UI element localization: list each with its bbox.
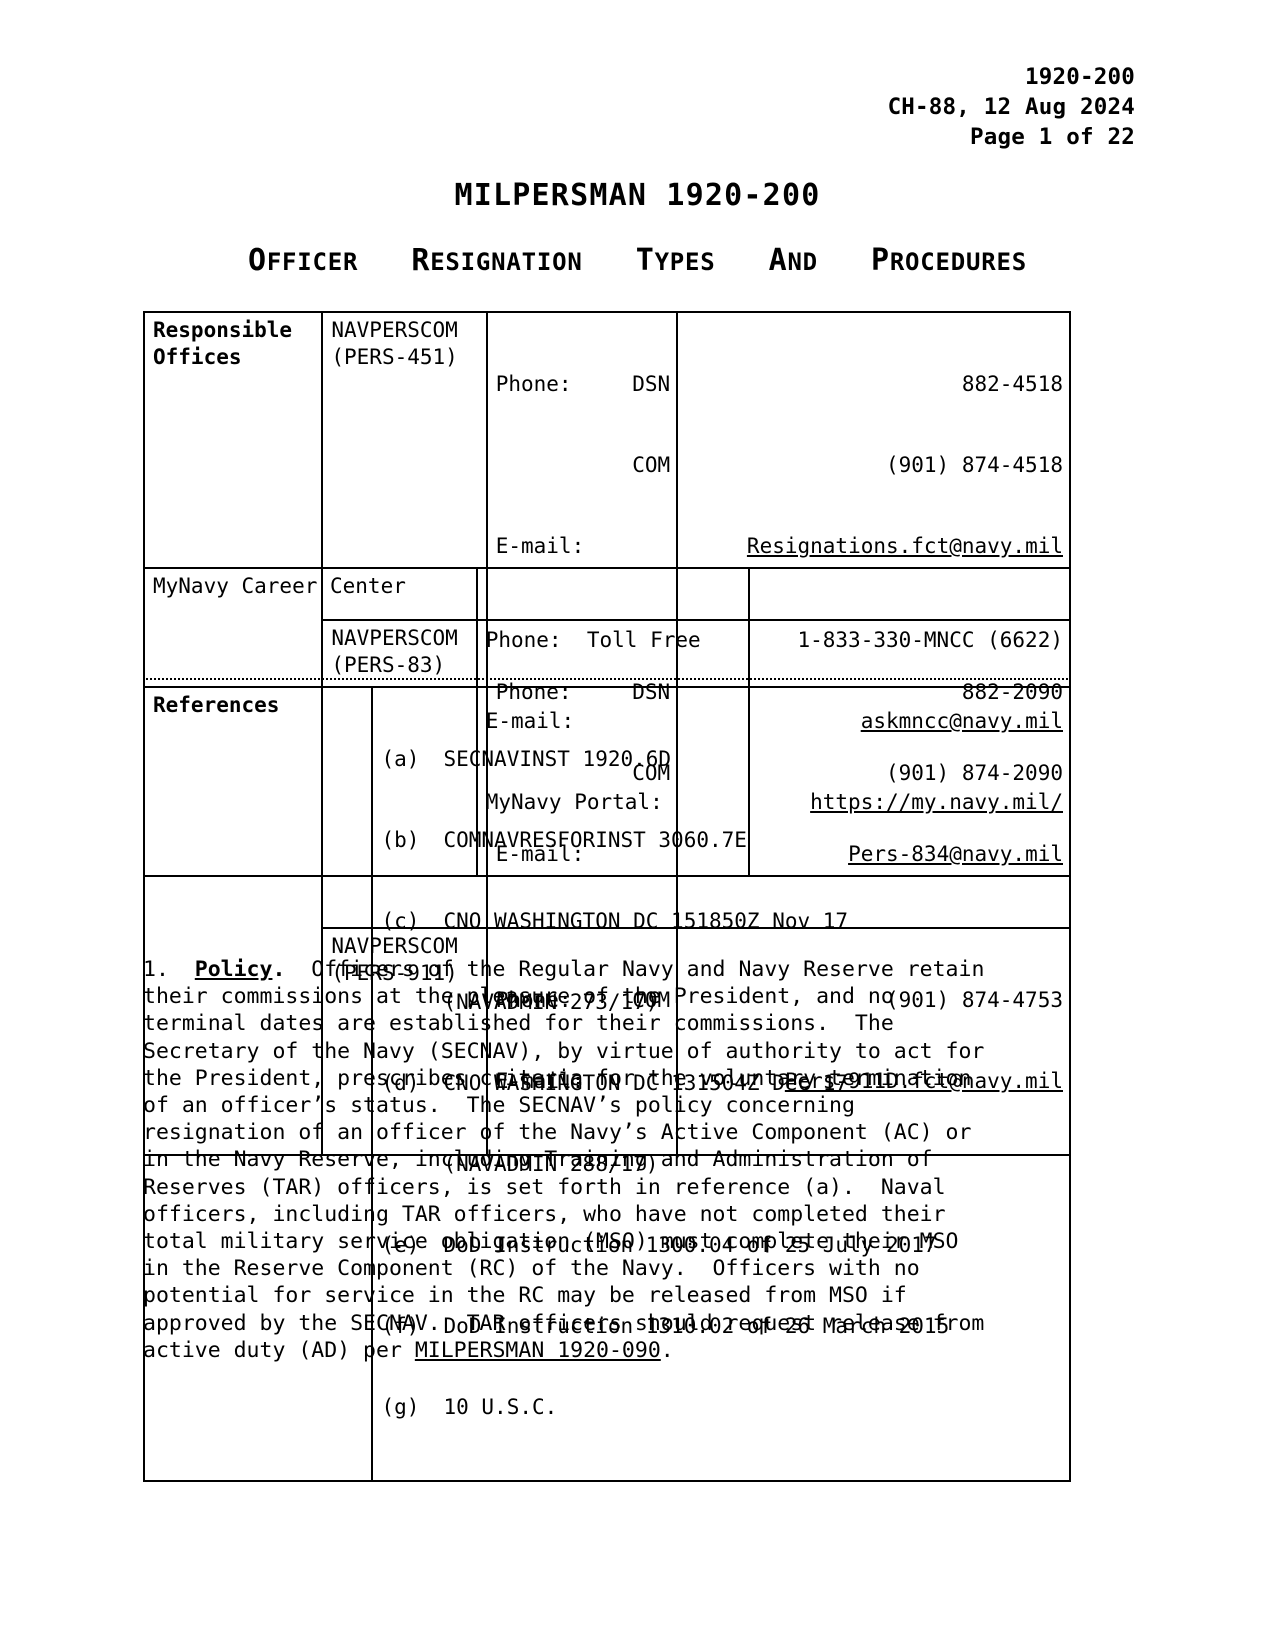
email-label: E-mail: <box>495 534 585 558</box>
subtitle-word-2: RESIGNATION <box>411 243 583 278</box>
header-page-number: Page 1 of 22 <box>970 124 1135 150</box>
policy-line: in the Reserve Component (RC) of the Nav… <box>143 1256 920 1282</box>
reference-tag: (c) <box>381 909 420 933</box>
policy-line: their commissions at the pleasure of the… <box>143 984 894 1010</box>
policy-last-line: active duty (AD) per MILPERSMAN 1920-090… <box>143 1337 1073 1364</box>
document-header: 1920-200 CH-88, 12 Aug 2024 Page 1 of 22 <box>888 62 1135 152</box>
dsn-label: DSN <box>632 372 671 396</box>
list-item: (a) SECNAVINST 1920.6D <box>381 746 1063 773</box>
policy-line: approved by the SECNAV. TAR officers sho… <box>143 1310 985 1336</box>
policy-line: potential for service in the RC may be r… <box>143 1283 907 1309</box>
policy-line-tail: active duty (AD) per <box>143 1337 415 1363</box>
policy-line: in the Navy Reserve, including Training … <box>143 1147 933 1173</box>
subtitle-space-3 <box>734 248 749 276</box>
policy-line: resignation of an officer of the Navy’s … <box>143 1120 972 1146</box>
policy-line: the President, prescribes criteria for t… <box>143 1065 972 1091</box>
reference-tag: (g) <box>381 1395 420 1419</box>
reference-text: SECNAVINST 1920.6D <box>443 747 672 771</box>
reference-tag: (a) <box>381 747 420 771</box>
reference-tag: (b) <box>381 828 420 852</box>
label-line-1: Responsible <box>153 318 293 342</box>
page-subtitle: OFFICER RESIGNATION TYPES AND PROCEDURES <box>0 243 1275 278</box>
mynavy-phone-value: 1-833-330-MNCC (6622) <box>797 628 1063 652</box>
list-item: (b) COMNAVRESFORINST 3060.7E <box>381 827 1063 854</box>
mynavy-phone-label: Phone: Toll Free <box>485 628 701 652</box>
list-item: (g) 10 U.S.C. <box>381 1394 1063 1421</box>
page-title: MILPERSMAN 1920-200 <box>454 178 821 213</box>
milpersman-link[interactable]: MILPERSMAN 1920-090 <box>415 1338 661 1363</box>
subtitle-space-1 <box>377 248 392 276</box>
list-item: (c) CNO WASHINGTON DC 151850Z Nov 17 <box>381 908 1063 935</box>
phone-com-label-row: COM <box>496 452 670 479</box>
label-line-2: Offices <box>153 345 242 369</box>
policy-heading-period: . <box>272 957 286 982</box>
email-link[interactable]: Resignations.fct@navy.mil <box>747 534 1063 558</box>
subtitle-word-1: OFFICER <box>247 243 359 278</box>
reference-text: 10 U.S.C. <box>443 1395 558 1419</box>
header-change-date: CH-88, 12 Aug 2024 <box>887 94 1135 120</box>
office-code: (PERS-451) <box>331 345 458 369</box>
office-org: NAVPERSCOM <box>331 318 458 342</box>
reference-text: CNO WASHINGTON DC 151850Z Nov 17 <box>443 909 849 933</box>
policy-line: of an officer’s status. The SECNAV’s pol… <box>143 1093 855 1119</box>
section-divider <box>143 678 1071 680</box>
dsn-value: 882-4518 <box>961 372 1063 396</box>
subtitle-space-2 <box>602 248 617 276</box>
header-doc-number: 1920-200 <box>1025 64 1135 90</box>
policy-number: 1. <box>143 957 169 982</box>
policy-line-0: Officers of the Regular Navy and Navy Re… <box>285 957 985 982</box>
phone-label: Phone: <box>495 372 572 396</box>
subtitle-word-4: AND <box>768 243 818 278</box>
policy-paragraph: 1. Policy. Officers of the Regular Navy … <box>143 956 1073 1364</box>
policy-line: total military service obligation (MSO) … <box>143 1229 959 1255</box>
subtitle-word-3: TYPES <box>635 243 716 278</box>
phone-dsn-label-row: Phone: DSN <box>496 371 670 398</box>
email-value[interactable]: Resignations.fct@navy.mil <box>686 533 1063 560</box>
policy-first-line: 1. Policy. Officers of the Regular Navy … <box>143 956 1073 983</box>
policy-line: Secretary of the Navy (SECNAV), by virtu… <box>143 1038 985 1064</box>
policy-final-period: . <box>660 1337 674 1363</box>
subtitle-word-5: PROCEDURES <box>870 243 1028 278</box>
policy-line: terminal dates are established for their… <box>143 1011 894 1037</box>
policy-gap <box>169 957 195 982</box>
document-page: 1920-200 CH-88, 12 Aug 2024 Page 1 of 22… <box>0 0 1275 1650</box>
com-value: (901) 874-4518 <box>885 453 1063 477</box>
policy-line: officers, including TAR officers, who ha… <box>143 1201 946 1227</box>
com-label: COM <box>632 453 671 477</box>
subtitle-space-4 <box>837 248 852 276</box>
reference-text: COMNAVRESFORINST 3060.7E <box>443 828 747 852</box>
policy-heading: Policy <box>194 957 273 982</box>
policy-line: Reserves (TAR) officers, is set forth in… <box>143 1174 946 1200</box>
